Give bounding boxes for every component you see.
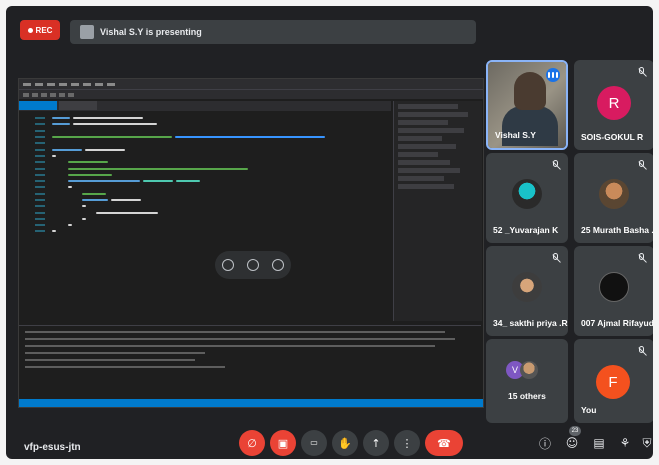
meet-window: REC Vishal S.Y is presenting Vishal S.Y … bbox=[6, 6, 653, 459]
others-tile[interactable]: V 15 others bbox=[486, 339, 568, 423]
code-lines bbox=[19, 111, 391, 235]
shield-icon: ⛨ bbox=[642, 435, 652, 450]
editor-tabs bbox=[19, 101, 391, 111]
participant-name: 007 Ajmal Rifayudeen bbox=[581, 318, 653, 328]
presenter-avatar-icon bbox=[80, 25, 94, 39]
speaking-indicator-icon bbox=[546, 68, 560, 82]
meeting-details-button[interactable]: ⓘ bbox=[536, 434, 554, 452]
camera-toggle-button[interactable]: ▣ bbox=[270, 430, 296, 456]
mic-off-icon bbox=[637, 160, 646, 171]
presenter-banner-text: Vishal S.Y is presenting bbox=[100, 27, 202, 37]
avatar bbox=[512, 179, 542, 209]
participant-name: You bbox=[581, 405, 597, 415]
mic-off-icon: ∅ bbox=[247, 436, 257, 450]
activities-button[interactable]: ⚘ bbox=[616, 434, 634, 452]
participant-name: 52 _Yuvarajan K bbox=[493, 225, 559, 235]
remove-icon[interactable] bbox=[272, 259, 285, 271]
recording-label: REC bbox=[35, 25, 53, 35]
participant-tile[interactable]: 52 _Yuvarajan K bbox=[486, 153, 568, 243]
record-dot-icon bbox=[27, 27, 33, 33]
participant-name: 15 others bbox=[508, 391, 546, 401]
meeting-code: vfp-esus-jtn bbox=[24, 442, 81, 453]
mic-off-icon bbox=[551, 160, 560, 171]
mic-off-icon bbox=[551, 253, 560, 264]
avatar bbox=[512, 272, 542, 302]
host-controls-button[interactable]: ⛨ bbox=[638, 434, 653, 452]
mic-off-icon bbox=[637, 67, 646, 78]
end-call-icon: ☎ bbox=[437, 436, 451, 450]
participant-name: Vishal S.Y bbox=[495, 130, 536, 140]
avatar: F bbox=[596, 365, 630, 399]
raise-hand-icon: ✋ bbox=[338, 436, 352, 450]
participant-tile[interactable]: 25 Murath Basha .k bbox=[574, 153, 653, 243]
present-button[interactable]: ↑ bbox=[363, 430, 389, 456]
self-tile[interactable]: F You bbox=[574, 339, 653, 423]
recording-indicator[interactable]: REC bbox=[20, 20, 60, 40]
ide-status-bar bbox=[19, 399, 483, 407]
people-icon: ☺ bbox=[565, 436, 579, 450]
mic-off-icon bbox=[637, 346, 646, 357]
raise-hand-button[interactable]: ✋ bbox=[332, 430, 358, 456]
captions-button[interactable]: ▭ bbox=[301, 430, 327, 456]
activities-icon: ⚘ bbox=[619, 436, 631, 450]
participant-name: SOIS-GOKUL R bbox=[581, 132, 644, 142]
avatar bbox=[599, 179, 629, 209]
avatar bbox=[599, 272, 629, 302]
pin-icon[interactable] bbox=[221, 259, 234, 271]
chat-button[interactable]: ▤ bbox=[590, 434, 608, 452]
avatar: R bbox=[597, 86, 631, 120]
ide-toolbar bbox=[19, 89, 483, 99]
participant-tile-presenter[interactable]: Vishal S.Y bbox=[486, 60, 568, 150]
more-options-button[interactable]: ⋮ bbox=[394, 430, 420, 456]
participant-count-badge: 23 bbox=[569, 426, 581, 436]
participant-tile[interactable]: 34_ sakthi priya .R.S bbox=[486, 246, 568, 336]
solution-explorer bbox=[393, 101, 482, 321]
participant-camera-feed bbox=[514, 72, 546, 110]
presenter-banner[interactable]: Vishal S.Y is presenting bbox=[70, 20, 476, 44]
chat-icon: ▤ bbox=[593, 436, 605, 450]
more-options-icon: ⋮ bbox=[401, 436, 413, 450]
participant-name: 34_ sakthi priya .R.S bbox=[493, 318, 568, 328]
avatar bbox=[520, 361, 538, 379]
participant-tile[interactable]: 007 Ajmal Rifayudeen bbox=[574, 246, 653, 336]
ide-menu-bar bbox=[19, 79, 483, 89]
captions-icon: ▭ bbox=[310, 438, 318, 447]
mic-off-icon bbox=[637, 253, 646, 264]
participant-tile[interactable]: R SOIS-GOKUL R bbox=[574, 60, 653, 150]
mic-toggle-button[interactable]: ∅ bbox=[239, 430, 265, 456]
mute-presenter-icon[interactable] bbox=[246, 259, 259, 271]
info-icon: ⓘ bbox=[538, 436, 551, 451]
output-panel bbox=[19, 325, 481, 398]
camera-off-icon: ▣ bbox=[277, 436, 289, 450]
shared-screen[interactable] bbox=[18, 78, 484, 408]
people-button[interactable]: ☺ bbox=[563, 434, 581, 452]
code-editor bbox=[19, 101, 391, 321]
leave-call-button[interactable]: ☎ bbox=[425, 430, 463, 456]
present-icon: ↑ bbox=[371, 436, 381, 450]
participant-name: 25 Murath Basha .k bbox=[581, 225, 653, 235]
screen-share-overlay-controls[interactable] bbox=[215, 251, 291, 279]
